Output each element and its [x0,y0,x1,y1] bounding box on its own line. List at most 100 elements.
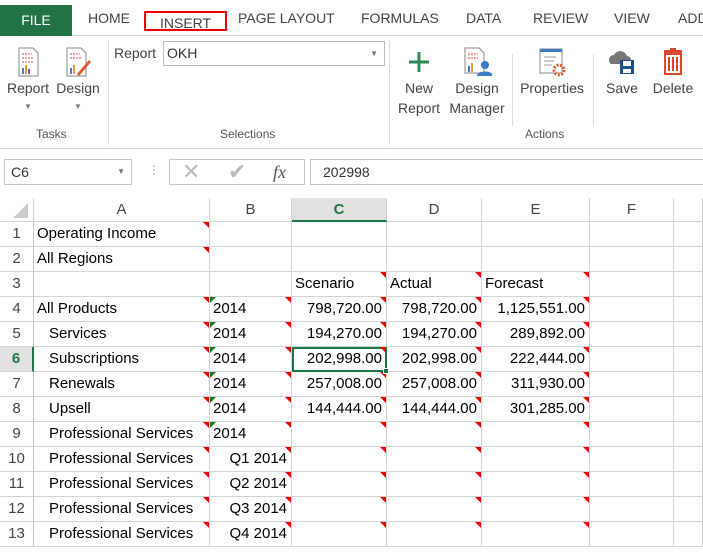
cell[interactable] [674,272,703,297]
cell-e6[interactable]: 222,444.00 [482,347,590,372]
cell-c13[interactable] [292,522,387,547]
cell[interactable] [674,497,703,522]
tab-review[interactable]: REVIEW [533,6,588,30]
cell[interactable] [674,297,703,322]
design-button[interactable]: Design ▼ [54,46,102,112]
formula-input[interactable]: 202998 [310,159,703,185]
column-header-g[interactable] [674,198,703,222]
cell-e9[interactable] [482,422,590,447]
cell-c4[interactable]: 798,720.00 [292,297,387,322]
cell-c1[interactable] [292,222,387,247]
row-header[interactable]: 10 [0,447,34,472]
cell-c7[interactable]: 257,008.00 [292,372,387,397]
tab-insert[interactable]: INSERT [144,11,228,31]
cell-a7[interactable]: Renewals [34,372,210,397]
cell-a1[interactable]: Operating Income [34,222,210,247]
column-header-a[interactable]: A [34,198,210,222]
cell[interactable] [674,397,703,422]
row-header[interactable]: 6 [0,347,34,372]
cell-d9[interactable] [387,422,482,447]
cell-a6[interactable]: Subscriptions [34,347,210,372]
cell-f7[interactable] [590,372,674,397]
cell[interactable] [674,522,703,547]
cell-a11[interactable]: Professional Services [34,472,210,497]
cell-e7[interactable]: 311,930.00 [482,372,590,397]
row-header[interactable]: 7 [0,372,34,397]
new-report-button[interactable]: New Report [393,46,445,118]
drag-handle-icon[interactable]: ⋮ [148,163,160,177]
cell-b8[interactable]: 2014 [210,397,292,422]
cell-a5[interactable]: Services [34,322,210,347]
cell-d1[interactable] [387,222,482,247]
cell-b2[interactable] [210,247,292,272]
cell-c5[interactable]: 194,270.00 [292,322,387,347]
column-header-f[interactable]: F [590,198,674,222]
cell-f13[interactable] [590,522,674,547]
cell-d8[interactable]: 144,444.00 [387,397,482,422]
cell-b1[interactable] [210,222,292,247]
fill-handle[interactable] [383,368,389,374]
cell-c6[interactable]: 202,998.00 [292,347,389,374]
row-header[interactable]: 5 [0,322,34,347]
cell-e1[interactable] [482,222,590,247]
row-header[interactable]: 4 [0,297,34,322]
row-header[interactable]: 1 [0,222,34,247]
report-button[interactable]: Report ▼ [4,46,52,112]
column-header-c[interactable]: C [292,198,387,222]
cell-d12[interactable] [387,497,482,522]
cell-f5[interactable] [590,322,674,347]
cell-b9[interactable]: 2014 [210,422,292,447]
cell-c10[interactable] [292,447,387,472]
name-box[interactable]: C6 ▼ [4,159,132,185]
cell[interactable] [674,472,703,497]
cell-d2[interactable] [387,247,482,272]
cell-a2[interactable]: All Regions [34,247,210,272]
report-select[interactable]: OKH ▼ [163,41,385,66]
cell-c3[interactable]: Scenario [292,272,387,297]
cell-e4[interactable]: 1,125,551.00 [482,297,590,322]
cell[interactable] [674,372,703,397]
cell-b3[interactable] [210,272,292,297]
column-header-d[interactable]: D [387,198,482,222]
cell-d7[interactable]: 257,008.00 [387,372,482,397]
cell[interactable] [674,447,703,472]
row-header[interactable]: 8 [0,397,34,422]
cell-b6[interactable]: 2014 [210,347,292,372]
properties-button[interactable]: Properties [516,46,588,98]
cell[interactable] [674,322,703,347]
cell-f3[interactable] [590,272,674,297]
row-header[interactable]: 9 [0,422,34,447]
tab-file[interactable]: FILE [0,5,72,36]
cell-b13[interactable]: Q4 2014 [210,522,292,547]
cell-d5[interactable]: 194,270.00 [387,322,482,347]
row-header[interactable]: 2 [0,247,34,272]
cell-e11[interactable] [482,472,590,497]
cancel-icon[interactable]: ✕ [182,160,200,184]
cell-c2[interactable] [292,247,387,272]
cell-d6[interactable]: 202,998.00 [387,347,482,372]
cell-e8[interactable]: 301,285.00 [482,397,590,422]
enter-check-icon[interactable]: ✔ [228,160,246,184]
tab-home[interactable]: HOME [88,6,130,30]
cell-a4[interactable]: All Products [34,297,210,322]
tab-add-ins[interactable]: ADD [678,6,703,30]
cell-e12[interactable] [482,497,590,522]
cell-b10[interactable]: Q1 2014 [210,447,292,472]
cell-d3[interactable]: Actual [387,272,482,297]
tab-formulas[interactable]: FORMULAS [361,6,439,30]
cell-c8[interactable]: 144,444.00 [292,397,387,422]
cell-d10[interactable] [387,447,482,472]
cell-f1[interactable] [590,222,674,247]
delete-button[interactable]: Delete [648,46,698,98]
cell-f9[interactable] [590,422,674,447]
tab-data[interactable]: DATA [466,6,501,30]
cell-e3[interactable]: Forecast [482,272,590,297]
cell-f11[interactable] [590,472,674,497]
cell-f2[interactable] [590,247,674,272]
cell-f6[interactable] [590,347,674,372]
cell-a13[interactable]: Professional Services [34,522,210,547]
cell-c9[interactable] [292,422,387,447]
cell-d11[interactable] [387,472,482,497]
cell-b12[interactable]: Q3 2014 [210,497,292,522]
cell-b11[interactable]: Q2 2014 [210,472,292,497]
